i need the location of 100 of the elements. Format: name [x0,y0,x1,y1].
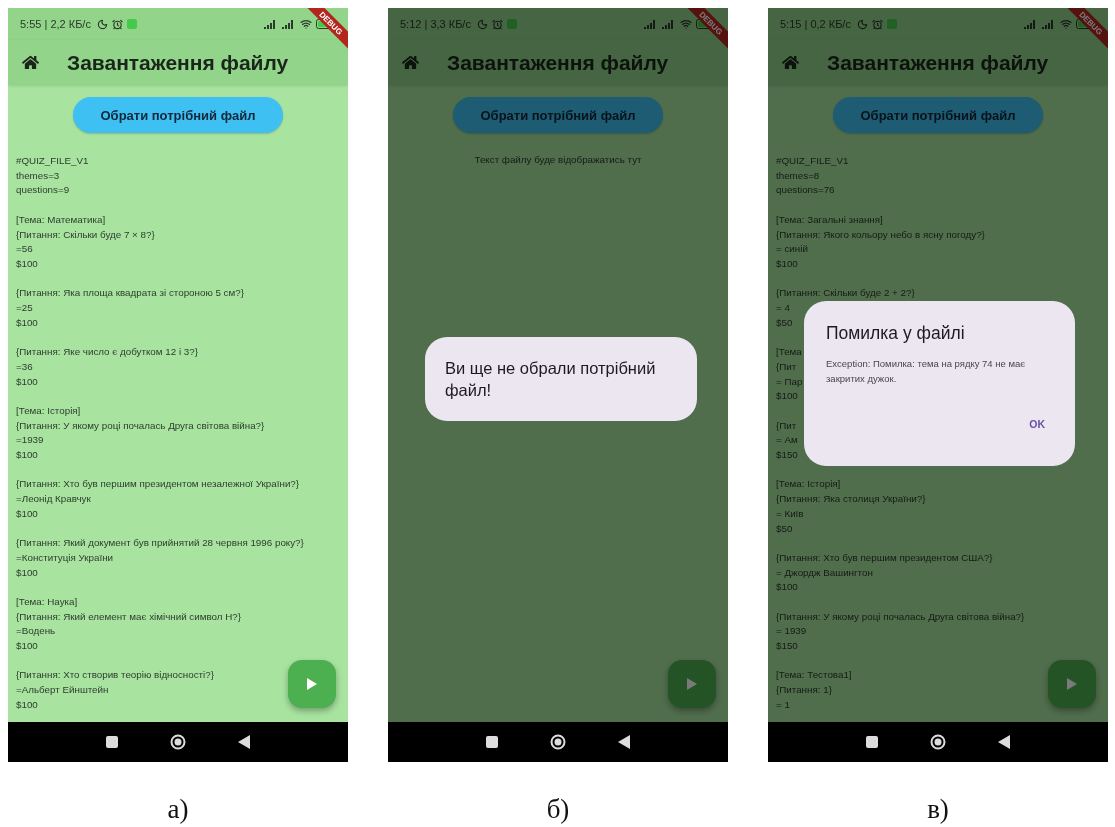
square-icon[interactable] [106,736,118,748]
file-text-line: $100 [776,256,798,271]
file-text-line: =Леонід Кравчук [16,492,91,507]
file-text-line: [Тема: Тестова1] [776,668,852,683]
alarm-icon [871,18,883,30]
file-text-line: =1939 [16,433,44,448]
file-text-line: $100 [16,565,38,580]
file-text-line: themes=3 [16,168,60,183]
home-icon[interactable] [22,54,39,71]
file-text-line: $100 [16,506,38,521]
file-text-line: $100 [16,697,38,712]
file-text-line: {Питання: Якого кольору небо в ясну погоду?} [776,227,985,242]
file-text-line: = Київ [776,506,804,521]
play-icon [1067,678,1077,690]
cellular-signal-icon [264,19,278,29]
alarm-icon [111,18,123,30]
file-text-line: {Пит [776,359,797,374]
cellular-signal-icon [644,19,658,29]
square-icon[interactable] [866,736,878,748]
file-text-line: #QUIZ_FILE_V1 [16,154,89,168]
wifi-icon [1060,18,1072,30]
file-text-line: [Тема: Наука] [16,595,78,609]
file-text-line: [Тема [776,345,802,360]
file-text-line: {Питання: Скільки буде 7 × 8?} [16,227,155,242]
circle-icon[interactable] [170,734,186,750]
file-text-line: #QUIZ_FILE_V1 [776,154,849,168]
file-text-line: themes=8 [776,168,820,183]
figure-caption: а) [167,794,189,825]
file-text-line: {Питання: Скільки буде 2 + 2?} [776,286,915,301]
play-icon [687,678,697,690]
app-bar-title: Завантаження файлу [67,50,289,75]
back-triangle-icon[interactable] [238,735,250,749]
file-text-line: = 1939 [776,624,807,639]
wifi-icon [680,18,692,30]
moon-icon [476,18,488,30]
file-text-line: {Питання: Хто був першим президентом незалежної України?} [16,477,300,492]
file-text-line: $100 [16,639,38,654]
file-text-line: $150 [776,448,798,462]
file-text-line: = Ам [776,433,798,448]
file-text-line: [Тема: Історія] [16,403,81,418]
file-text-line: =Водень [16,624,56,639]
file-text-line: {Питання: Хто створив теорію відносності?} [16,668,214,683]
file-text-line: {Питання: Яке число є добутком 12 і 3?} [16,345,198,360]
file-text-line: $100 [16,315,38,330]
status-time-speed: 5:15 | 0,2 КБ/с [780,18,851,30]
status-time-speed: 5:12 | 3,3 КБ/с [400,18,471,30]
back-triangle-icon[interactable] [998,735,1010,749]
file-text-line: [Тема: Історія] [776,477,841,492]
file-text-line: {Питання: У якому році почалась Друга світова війна?} [776,609,1025,624]
cellular-signal-icon [662,19,676,29]
file-text-line: questions=9 [16,183,70,198]
file-text-line: $150 [776,639,798,654]
file-text-line: {Питання: Хто був першим президентом США?} [776,550,993,565]
app-notification-icon [126,19,137,29]
file-text-line: {Питання: 1} [776,683,832,698]
moon-icon [856,18,868,30]
file-text-line: {Питання: Який елемент має хімічний символ H?} [16,609,242,624]
back-triangle-icon[interactable] [618,735,630,749]
app-bar-title: Завантаження файлу [447,50,669,75]
figure-caption: в) [927,794,949,825]
file-text-line: =25 [16,301,33,315]
ok-button[interactable]: OK [1021,414,1053,434]
file-text-line: = Пар [776,374,803,389]
app-notification-icon [506,19,517,29]
file-text-line: {Пит [776,418,797,433]
file-text-line: = синій [776,242,808,257]
file-text-line: $100 [16,374,38,389]
file-text-line: $100 [16,256,38,271]
file-text-line: =36 [16,359,33,374]
file-text-line: {Питання: У якому році почалась Друга світова війна?} [16,418,265,433]
file-text-line: {Питання: Який документ був прийнятий 28 червня 1996 року?} [16,536,304,551]
file-text-line: = 1 [776,697,790,712]
file-text-line: =Конституція України [16,550,114,565]
file-text-line: [Тема: Математика] [16,212,106,227]
app-bar-title: Завантаження файлу [827,50,1049,75]
message-dialog: Ви ще не обрали потрібний файл! [425,337,697,421]
file-text-line: [Тема: Загальні знання] [776,212,883,227]
alarm-icon [491,18,503,30]
play-button[interactable] [288,660,336,708]
dialog-title: Помилка у файлі [826,323,966,344]
file-text-line: $100 [16,448,38,462]
file-text-line: = 4 [776,301,790,315]
file-text-line: $50 [776,521,793,536]
figure-caption: б) [546,794,570,825]
pick-file-button[interactable]: Обрати потрібний файл [73,97,283,133]
file-text-line: =56 [16,242,33,257]
square-icon[interactable] [486,736,498,748]
cellular-signal-icon [1042,19,1056,29]
file-text-line: = Джордж Вашингтон [776,565,873,580]
circle-icon[interactable] [930,734,946,750]
circle-icon[interactable] [550,734,566,750]
file-text-line: $100 [776,389,798,404]
file-text-line: =Альберт Ейнштейн [16,683,109,698]
file-text-line: $100 [776,580,798,595]
file-text-line: questions=76 [776,183,835,198]
dialog-message: Exception: Помилка: тема на рядку 74 не має закритих дужок. [826,357,1027,386]
play-icon [307,678,317,690]
file-text-line: $50 [776,315,793,330]
moon-icon [96,18,108,30]
status-time-speed: 5:55 | 2,2 КБ/с [20,18,91,30]
